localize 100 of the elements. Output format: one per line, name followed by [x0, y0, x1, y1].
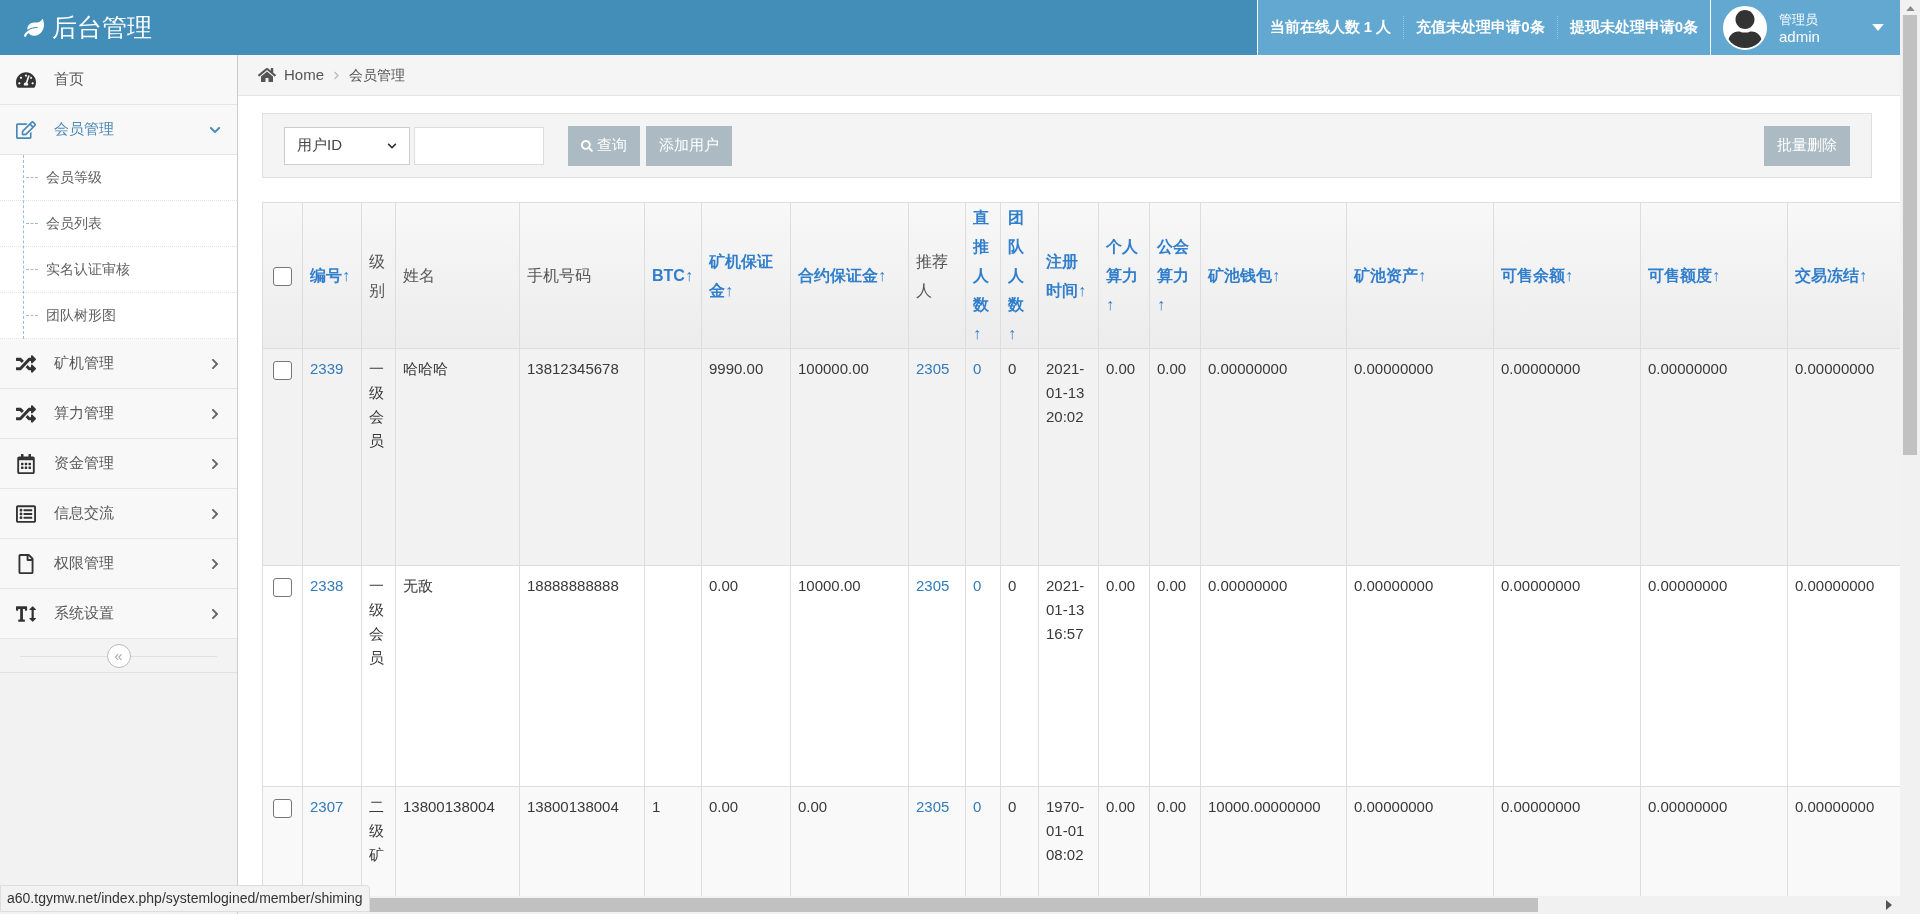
table-cell-text: 0.00000000: [1648, 797, 1729, 817]
table-cell-text: 0.00000000: [1501, 359, 1582, 379]
table-cell-text: 一级会员: [369, 359, 385, 451]
sidebar-item[interactable]: 矿机管理: [0, 339, 237, 389]
table-cell-text: 0.00000000: [1795, 797, 1876, 817]
table-cell-text: 无敌: [403, 576, 434, 596]
table-cell-text: 一级会员: [369, 576, 385, 668]
text-icon: [16, 603, 36, 624]
table-cell-text: 0.00000000: [1354, 359, 1435, 379]
table-cell-text: 13800138004: [403, 797, 496, 817]
table-cell-text: 13812345678: [527, 359, 620, 379]
column-header: 级别: [369, 251, 386, 301]
vertical-scrollbar[interactable]: [1900, 0, 1920, 914]
table-cell-text: 0: [1008, 359, 1018, 379]
caret-icon: [1872, 24, 1884, 31]
table-cell-text: 0.00: [1157, 797, 1188, 817]
sidebar-item[interactable]: 首页: [0, 55, 237, 105]
sidebar-subitem[interactable]: 会员等级: [0, 155, 237, 201]
table-cell-text: 0.00000000: [1354, 576, 1435, 596]
search-icon: [581, 139, 593, 152]
collapse-button[interactable]: «: [106, 643, 131, 668]
table-cell-text: 1970-01-01 08:02: [1046, 797, 1086, 865]
user-menu[interactable]: 管理员 admin: [1710, 0, 1900, 55]
checkbox[interactable]: [273, 361, 292, 380]
table-cell-text: 二级矿: [369, 797, 385, 865]
arrow-up-icon: [1905, 6, 1915, 11]
table-link[interactable]: 0: [973, 357, 993, 381]
column-header: 姓名: [403, 266, 436, 286]
checkbox[interactable]: [273, 799, 292, 818]
calendar-icon: [16, 453, 36, 474]
column-header[interactable]: 可售余额↑: [1501, 261, 1633, 290]
column-header[interactable]: 交易冻结↑: [1795, 261, 1900, 290]
sidebar-item[interactable]: 系统设置: [0, 589, 237, 639]
field-select[interactable]: 用户ID: [284, 126, 410, 165]
table-link[interactable]: 2338: [310, 574, 354, 598]
table-cell-text: 0.00000000: [1208, 576, 1289, 596]
table-link[interactable]: 2339: [310, 357, 354, 381]
chevron-icon: [332, 70, 341, 80]
dashboard-icon: [16, 69, 36, 90]
table-cell-text: 10000.00000000: [1208, 797, 1322, 817]
chevron-icon: [387, 140, 397, 151]
table-cell-text: 0.00000000: [1354, 797, 1435, 817]
list-icon: [16, 503, 36, 524]
column-header: 推荐人: [916, 251, 949, 301]
sidebar-subitem[interactable]: 实名认证审核: [0, 247, 237, 293]
table-cell-text: 0.00000000: [1795, 359, 1876, 379]
shuffle-icon: [16, 403, 36, 424]
sidebar-item[interactable]: 资金管理: [0, 439, 237, 489]
table-cell-text: 18888888888: [527, 576, 620, 596]
table-link[interactable]: 2307: [310, 795, 354, 819]
arrow-right-icon: [1886, 900, 1892, 910]
avatar-icon: [1723, 5, 1767, 50]
shuffle-icon: [16, 353, 36, 374]
home-icon: [258, 66, 276, 84]
table-cell-text: 9990.00: [709, 359, 765, 379]
link-preview: a60.tgymw.net/index.php/systemlogined/member/shiming: [0, 885, 370, 912]
table-cell-text: 0.00: [798, 797, 829, 817]
sidebar-subitem[interactable]: 会员列表: [0, 201, 237, 247]
search-input[interactable]: [414, 126, 544, 165]
column-header[interactable]: 可售额度↑: [1648, 261, 1780, 290]
column-header[interactable]: 编号↑: [310, 261, 354, 290]
checkbox[interactable]: [273, 266, 292, 286]
table-cell-text: 0.00000000: [1208, 359, 1289, 379]
sidebar-item[interactable]: 信息交流: [0, 489, 237, 539]
table-cell-text: 0.00000000: [1501, 576, 1582, 596]
table-cell-text: 0: [1008, 576, 1018, 596]
table-cell-text: 哈哈哈: [403, 359, 449, 379]
column-header[interactable]: 矿池钱包↑: [1208, 261, 1339, 290]
table-link[interactable]: 2305: [916, 795, 958, 819]
leaf-icon: [24, 17, 44, 38]
table-link[interactable]: 2305: [916, 357, 958, 381]
table-cell-text: 0.00: [1106, 576, 1137, 596]
checkbox[interactable]: [273, 578, 292, 597]
column-header[interactable]: 矿池资产↑: [1354, 261, 1486, 290]
file-icon: [16, 553, 36, 574]
table-cell-text: 0.00: [709, 797, 740, 817]
table-link[interactable]: 0: [973, 574, 993, 598]
sidebar-item[interactable]: 权限管理: [0, 539, 237, 589]
table-cell-text: 2021-01-13 16:57: [1046, 576, 1086, 644]
table-link[interactable]: 2305: [916, 574, 958, 598]
table-cell-text: 0.00000000: [1501, 797, 1582, 817]
user-role: 管理员: [1779, 10, 1819, 28]
user-name: admin: [1779, 27, 1820, 45]
app-title: 后台管理: [52, 11, 152, 43]
table-cell-text: 0.00: [1157, 359, 1188, 379]
table-link[interactable]: 0: [973, 795, 993, 819]
sidebar-item[interactable]: 算力管理: [0, 389, 237, 439]
edit-icon: [16, 119, 36, 140]
breadcrumb-item[interactable]: Home: [284, 63, 324, 87]
sidebar-item[interactable]: 会员管理: [0, 105, 237, 155]
column-header[interactable]: 合约保证金↑: [798, 261, 901, 290]
table-cell-text: 0: [1008, 797, 1018, 817]
table-cell-text: 0.00: [1106, 359, 1137, 379]
column-header[interactable]: BTC↑: [652, 261, 694, 290]
table-cell-text: 0.00: [709, 576, 740, 596]
table-cell-text: 100000.00: [798, 359, 870, 379]
table-cell-text: 10000.00: [798, 576, 862, 596]
header-stat: 当前在线人数 1 人: [1268, 17, 1393, 38]
table-cell-text: 1: [652, 797, 662, 817]
breadcrumb-item: 会员管理: [349, 65, 405, 85]
